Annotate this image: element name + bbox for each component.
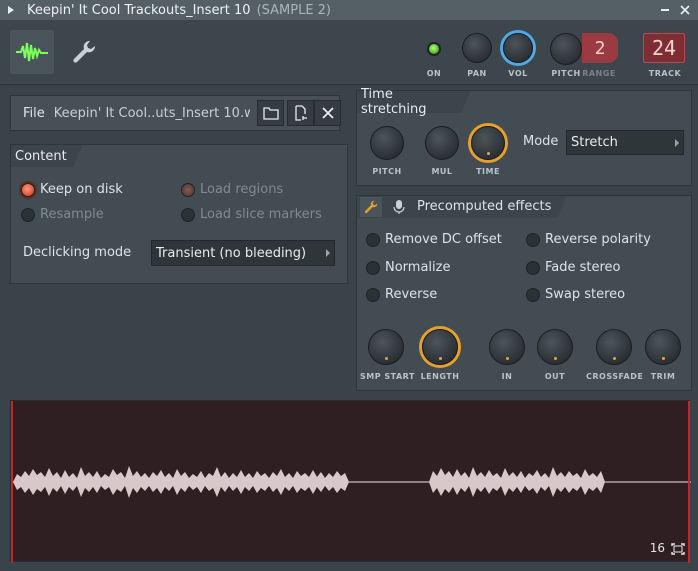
- stretch-mul-label: MUL: [431, 167, 453, 176]
- stretch-pitch-knob[interactable]: [370, 126, 404, 160]
- waveform-icon: [16, 42, 48, 62]
- keep-on-disk-label: Keep on disk: [40, 182, 123, 197]
- file-name: Keepin' It Cool..uts_Insert 10.wav: [53, 105, 250, 121]
- remove-dc-label: Remove DC offset: [385, 232, 502, 247]
- file-locate-icon: [294, 105, 307, 121]
- declicking-mode-select[interactable]: Transient (no bleeding): [151, 240, 335, 266]
- out-knob[interactable]: [537, 329, 573, 365]
- fade-stereo-label: Fade stereo: [545, 260, 621, 275]
- vol-label: VOL: [508, 69, 528, 78]
- trim-label: TRIM: [650, 372, 676, 381]
- stretch-mode-value: Stretch: [571, 135, 618, 150]
- reverse-polarity-label: Reverse polarity: [545, 232, 651, 247]
- track-number-display[interactable]: 24: [643, 33, 685, 63]
- swap-stereo-checkbox[interactable]: [526, 288, 540, 302]
- close-window-icon[interactable]: [676, 0, 694, 20]
- resample-radio[interactable]: [21, 208, 35, 222]
- range-display[interactable]: 2: [582, 33, 618, 63]
- stretch-mul-knob[interactable]: [425, 126, 459, 160]
- out-label: OUT: [544, 372, 566, 381]
- collapse-arrow-icon[interactable]: [7, 6, 15, 14]
- folder-icon: [262, 107, 279, 120]
- smp-start-knob[interactable]: [368, 329, 404, 365]
- time-stretching-title-text: Time stretching: [361, 87, 427, 117]
- envelope-instrument-tab[interactable]: [62, 30, 106, 74]
- stretch-pitch-label: PITCH: [372, 167, 402, 176]
- precomputed-settings-button[interactable]: [360, 197, 382, 217]
- waveform-display[interactable]: 16: [10, 400, 691, 563]
- normalize-label: Normalize: [385, 260, 451, 275]
- pan-knob[interactable]: [462, 33, 492, 63]
- reverse-label: Reverse: [385, 287, 438, 302]
- chevron-right-icon: [675, 138, 679, 147]
- pan-label: PAN: [467, 69, 487, 78]
- load-slice-markers-label: Load slice markers: [200, 207, 322, 222]
- crossfade-knob[interactable]: [596, 329, 632, 365]
- load-regions-label: Load regions: [200, 182, 284, 197]
- trim-knob[interactable]: [645, 329, 681, 365]
- window-title: Keepin' It Cool Trackouts_Insert 10: [27, 2, 251, 18]
- close-icon: [321, 107, 334, 119]
- title-bar: Keepin' It Cool Trackouts_Insert 10 (SAM…: [0, 0, 698, 20]
- reverse-polarity-checkbox[interactable]: [526, 233, 540, 247]
- length-label: LENGTH: [420, 372, 460, 381]
- file-label: File: [23, 105, 45, 121]
- fade-stereo-checkbox[interactable]: [526, 261, 540, 275]
- pitch-label: PITCH: [551, 69, 581, 78]
- waveform-graphic: [11, 401, 691, 563]
- in-knob[interactable]: [489, 329, 525, 365]
- on-label: ON: [426, 69, 442, 78]
- mic-icon[interactable]: [392, 199, 406, 215]
- locate-file-button[interactable]: [287, 100, 314, 126]
- track-label: TRACK: [648, 69, 682, 78]
- volume-knob[interactable]: [503, 33, 533, 63]
- swap-stereo-label: Swap stereo: [545, 287, 626, 302]
- content-title: Content: [11, 145, 83, 167]
- range-label: RANGE: [582, 69, 616, 78]
- waveform-count: 16: [649, 541, 665, 555]
- declicking-label: Declicking mode: [23, 245, 132, 260]
- stretch-mode-select[interactable]: Stretch: [566, 130, 684, 155]
- crossfade-label: CROSSFADE: [586, 372, 644, 381]
- stretch-time-label: TIME: [476, 167, 500, 176]
- resample-label: Resample: [40, 207, 104, 222]
- minimize-icon[interactable]: [656, 0, 674, 20]
- load-regions-checkbox[interactable]: [181, 183, 195, 197]
- wrench-icon: [364, 200, 378, 214]
- length-knob[interactable]: [422, 329, 458, 365]
- mode-label: Mode: [523, 134, 559, 149]
- in-label: IN: [501, 372, 513, 381]
- smp-start-label: SMP START: [360, 372, 415, 381]
- load-slice-markers-checkbox[interactable]: [181, 208, 195, 222]
- sample-settings-tab[interactable]: [10, 30, 54, 74]
- channel-on-led[interactable]: [427, 42, 441, 56]
- wrench-icon: [73, 40, 96, 63]
- open-file-button[interactable]: [257, 100, 284, 126]
- pitch-knob[interactable]: [550, 33, 582, 65]
- declicking-mode-value: Transient (no bleeding): [156, 245, 307, 261]
- fit-view-icon[interactable]: [671, 543, 685, 555]
- remove-file-button[interactable]: [314, 100, 341, 126]
- remove-dc-checkbox[interactable]: [366, 233, 380, 247]
- window-subtitle: (SAMPLE 2): [256, 2, 332, 18]
- stretch-time-knob[interactable]: [471, 126, 505, 160]
- content-title-text: Content: [15, 148, 67, 164]
- chevron-right-icon: [326, 249, 330, 257]
- reverse-checkbox[interactable]: [366, 288, 380, 302]
- normalize-checkbox[interactable]: [366, 261, 380, 275]
- time-stretching-title: Time stretching: [357, 87, 471, 117]
- precomputed-title: Precomputed effects: [417, 199, 552, 214]
- keep-on-disk-radio[interactable]: [21, 183, 35, 197]
